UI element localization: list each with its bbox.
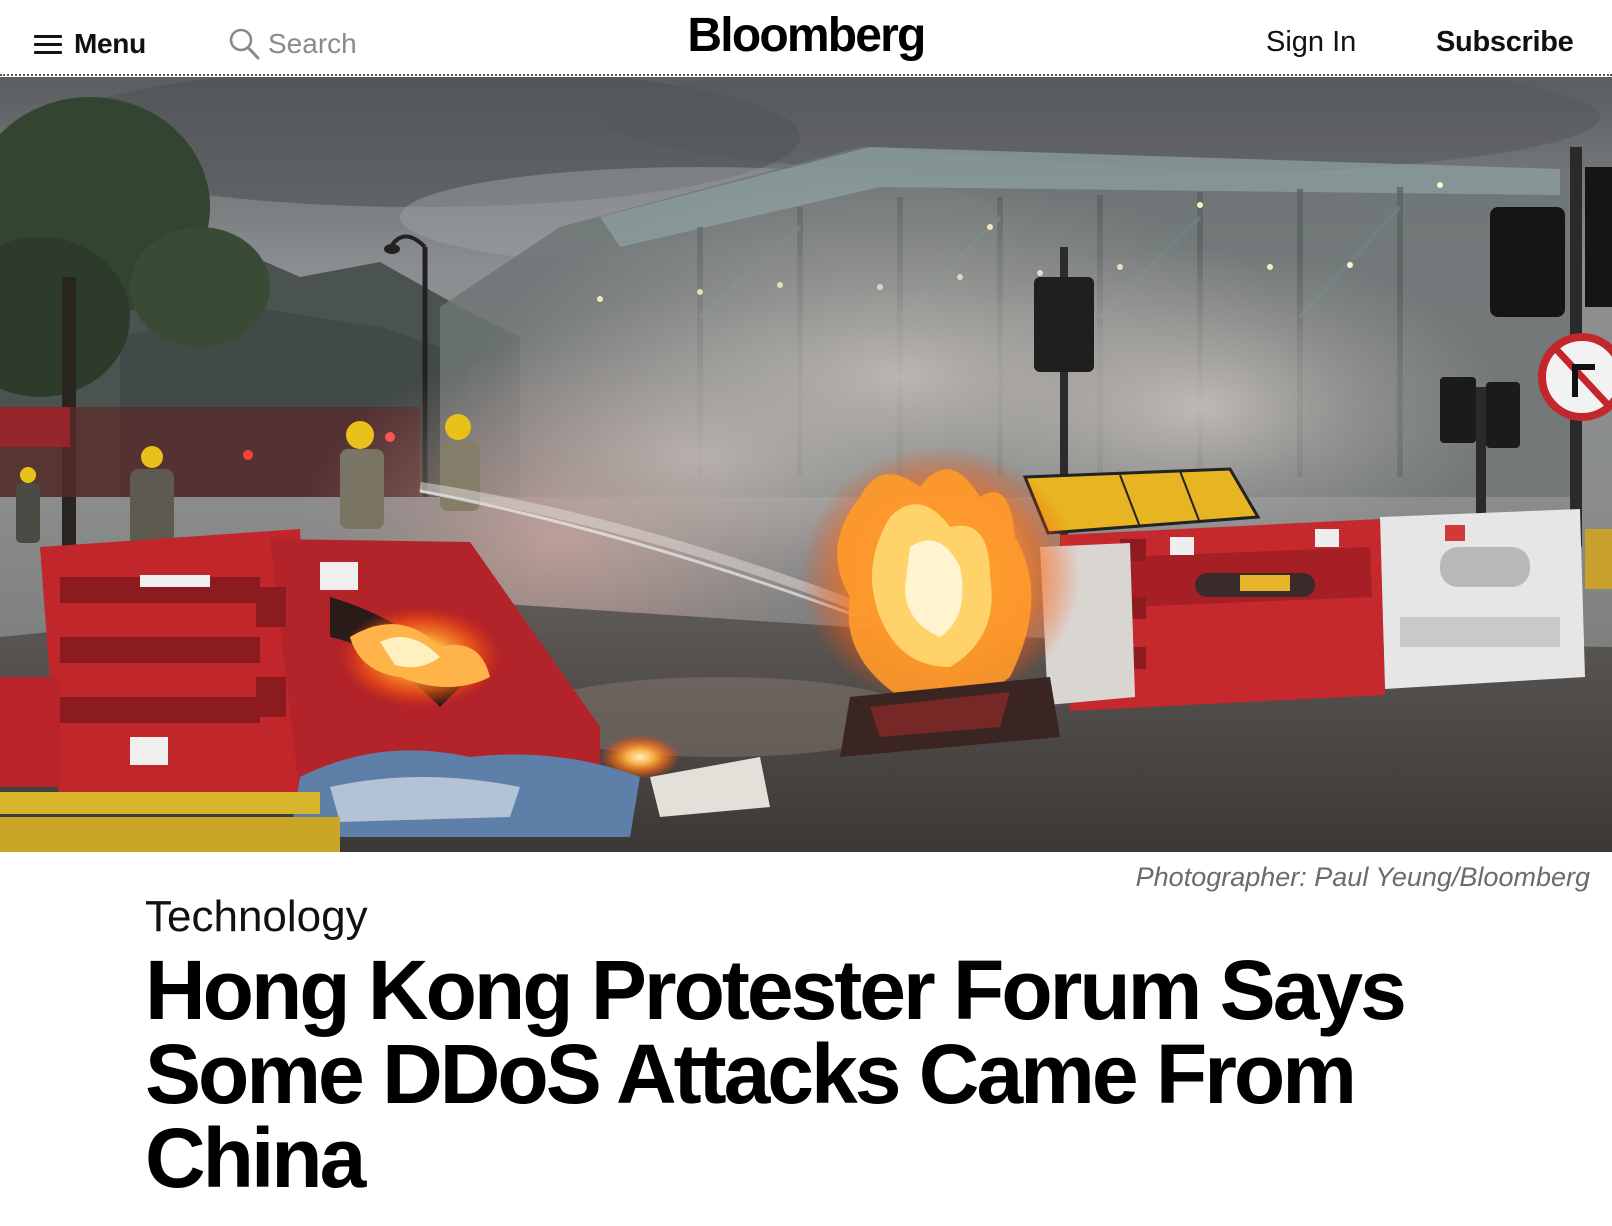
search-input[interactable]	[268, 28, 428, 60]
menu-button[interactable]: Menu	[34, 24, 146, 64]
search-box[interactable]	[228, 24, 428, 64]
bloomberg-logo[interactable]: Bloomberg	[687, 9, 926, 62]
photo-caption: Photographer: Paul Yeung/Bloomberg	[1135, 862, 1590, 892]
article-headline: Hong Kong Protester Forum Says Some DDoS…	[145, 943, 1407, 1205]
subscribe-link[interactable]: Subscribe	[1436, 26, 1574, 59]
sign-in-link[interactable]: Sign In	[1266, 26, 1356, 59]
protest-fire-scene-image	[0, 77, 1612, 852]
hero-photo	[0, 77, 1612, 852]
menu-label: Menu	[74, 28, 146, 59]
hamburger-icon	[34, 33, 62, 55]
section-kicker-link[interactable]: Technology	[145, 892, 368, 942]
search-icon	[229, 28, 260, 60]
site-header: Menu Bloomberg Sign In Subscribe	[0, 0, 1612, 76]
